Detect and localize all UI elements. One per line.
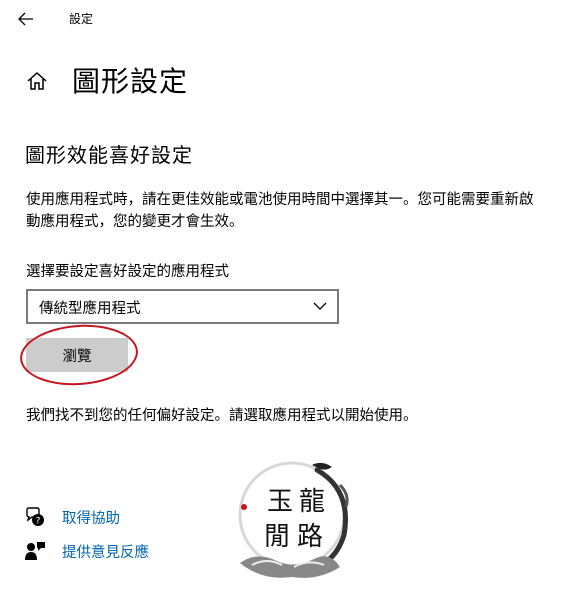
chevron-down-icon [313, 302, 327, 310]
section-description: 使用應用程式時，請在更佳效能或電池使用時間中選擇其一。您可能需要重新啟動應用程式… [26, 192, 534, 230]
back-button[interactable] [12, 6, 40, 32]
app-type-dropdown-value: 傳統型應用程式 [39, 301, 141, 317]
back-arrow-icon [18, 12, 33, 26]
home-icon[interactable] [26, 70, 48, 92]
svg-text:閒: 閒 [264, 522, 290, 552]
help-chat-icon: ? [26, 507, 44, 527]
section-title: 圖形效能喜好設定 [25, 143, 193, 167]
svg-text:?: ? [36, 517, 41, 527]
page-title: 圖形設定 [72, 65, 189, 98]
watermark-logo: 玉 龍 閒 路 [238, 461, 349, 578]
empty-preferences-message: 我們找不到您的任何偏好設定。請選取應用程式以開始使用。 [26, 408, 418, 424]
svg-text:龍: 龍 [299, 487, 325, 517]
svg-text:路: 路 [297, 522, 323, 552]
app-type-dropdown[interactable]: 傳統型應用程式 [26, 289, 339, 324]
app-select-label: 選擇要設定喜好設定的應用程式 [26, 264, 229, 280]
title-bar: 設定 [0, 0, 575, 38]
svg-text:玉: 玉 [267, 487, 293, 517]
give-feedback-label: 提供意見反應 [62, 544, 149, 561]
give-feedback-link[interactable]: 提供意見反應 [24, 540, 149, 562]
feedback-person-icon [25, 542, 45, 560]
window-title: 設定 [69, 12, 94, 26]
get-help-link[interactable]: ? 取得協助 [24, 506, 120, 528]
browse-button[interactable]: 瀏覽 [26, 338, 128, 372]
get-help-label: 取得協助 [62, 510, 120, 527]
